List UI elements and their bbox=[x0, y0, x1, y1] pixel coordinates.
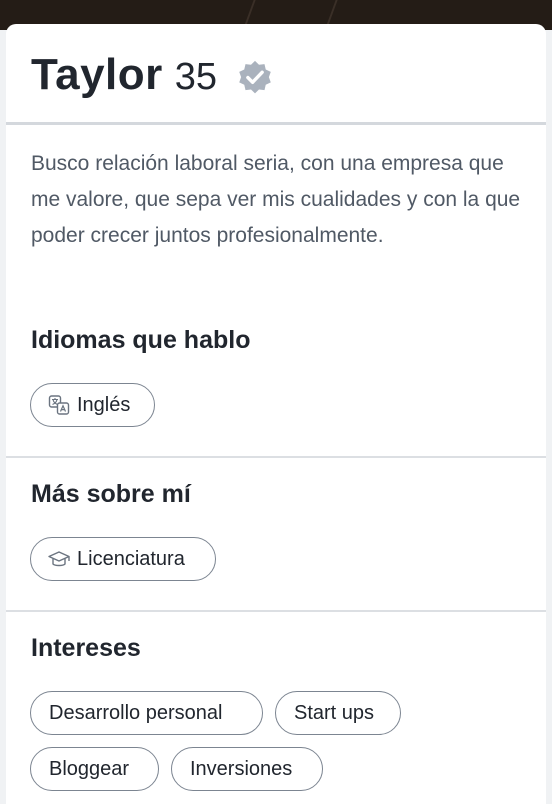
language-chip[interactable]: Inglés bbox=[30, 383, 155, 427]
interest-chip-label: Inversiones bbox=[190, 757, 293, 780]
education-chip-label: Licenciatura bbox=[77, 547, 185, 570]
interest-chip[interactable]: Inversiones bbox=[171, 747, 323, 791]
interests-section-title: Intereses bbox=[31, 634, 141, 662]
verified-badge-icon bbox=[239, 60, 271, 94]
interest-chip-label: Desarrollo personal bbox=[49, 701, 223, 724]
section-divider bbox=[6, 456, 546, 458]
section-divider bbox=[6, 610, 546, 612]
languages-section-title: Idiomas que hablo bbox=[31, 326, 251, 354]
interest-chip-label: Start ups bbox=[294, 701, 375, 724]
profile-age: 35 bbox=[174, 56, 218, 98]
about-section-title: Más sobre mí bbox=[31, 480, 191, 508]
interest-chip-label: Bloggear bbox=[49, 757, 130, 780]
education-chip[interactable]: Licenciatura bbox=[30, 537, 216, 581]
header-divider bbox=[6, 122, 546, 125]
interest-chip[interactable]: Desarrollo personal bbox=[30, 691, 263, 735]
profile-name: Taylor bbox=[31, 50, 163, 99]
language-chip-label: Inglés bbox=[77, 393, 131, 416]
translate-icon bbox=[48, 395, 70, 415]
profile-card: Taylor 35 Busco relación laboral seria, … bbox=[6, 24, 546, 804]
profile-screen: Taylor 35 Busco relación laboral seria, … bbox=[0, 0, 552, 804]
graduation-cap-icon bbox=[48, 551, 70, 567]
profile-bio: Busco relación laboral seria, con una em… bbox=[31, 152, 521, 247]
name-row: Taylor 35 bbox=[31, 50, 217, 110]
interest-chip[interactable]: Bloggear bbox=[30, 747, 159, 791]
interest-chip[interactable]: Start ups bbox=[275, 691, 401, 735]
